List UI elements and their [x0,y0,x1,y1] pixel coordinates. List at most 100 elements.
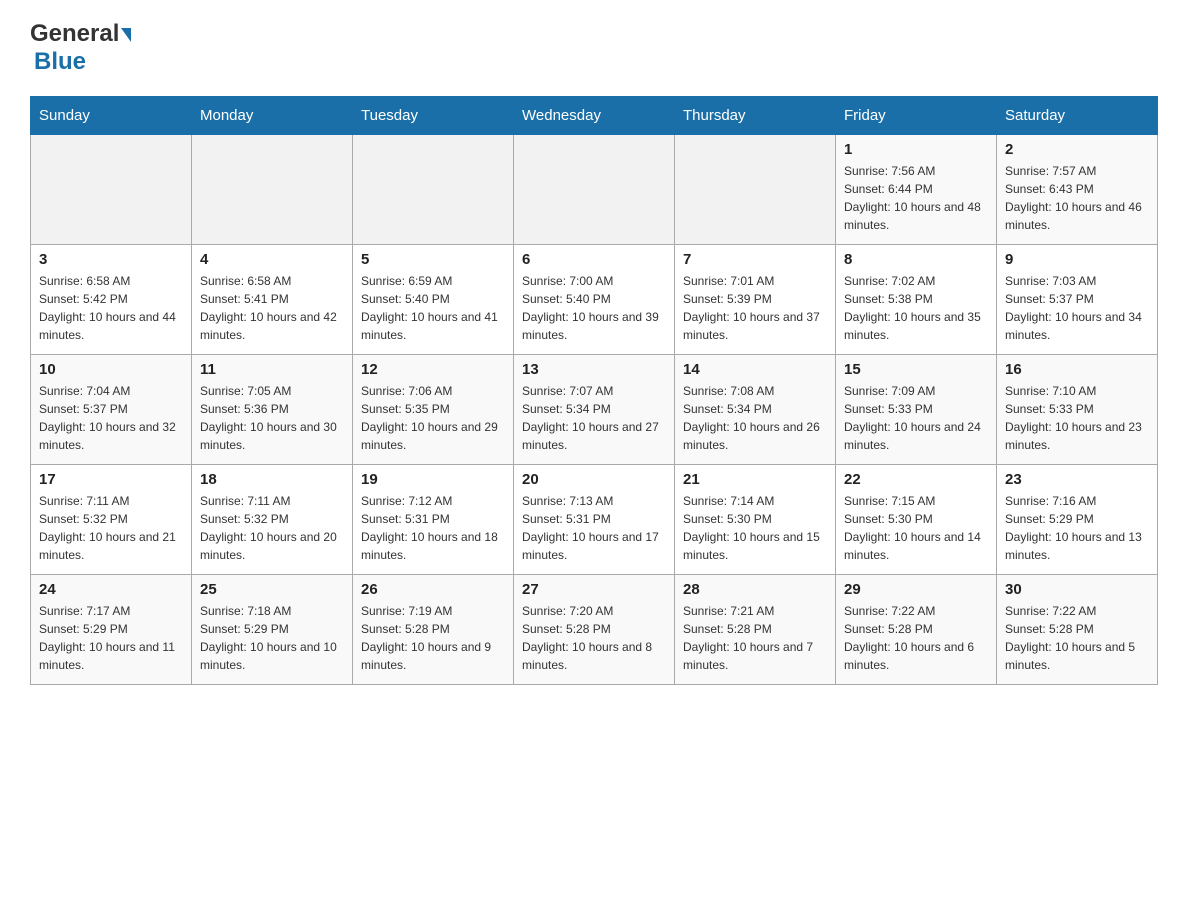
calendar-cell: 30Sunrise: 7:22 AM Sunset: 5:28 PM Dayli… [997,575,1158,685]
day-number: 17 [39,471,183,488]
day-info: Sunrise: 7:10 AM Sunset: 5:33 PM Dayligh… [1005,382,1149,454]
day-number: 28 [683,581,827,598]
day-header-sunday: Sunday [31,97,192,135]
day-number: 16 [1005,361,1149,378]
logo-blue: Blue [34,48,86,75]
calendar-cell: 15 Sunrise: 7:09 AM Sunset: 5:33 PM Dayli… [836,355,997,465]
day-number: 3 [39,251,183,268]
day-info: Sunrise: 7:56 AM Sunset: 6:44 PM Dayligh… [844,162,988,234]
day-info: Sunrise: 6:58 AM Sunset: 5:42 PM Dayligh… [39,272,183,344]
week-row-4: 17 Sunrise: 7:11 AM Sunset: 5:32 PM Dayli… [31,465,1158,575]
day-number: 23 [1005,471,1149,488]
week-row-2: 3 Sunrise: 6:58 AM Sunset: 5:42 PM Daylig… [31,245,1158,355]
calendar-cell: 22 Sunrise: 7:15 AM Sunset: 5:30 PM Dayli… [836,465,997,575]
day-header-tuesday: Tuesday [353,97,514,135]
day-header-friday: Friday [836,97,997,135]
calendar-cell: 4 Sunrise: 6:58 AM Sunset: 5:41 PM Daylig… [192,245,353,355]
calendar-cell: 19 Sunrise: 7:12 AM Sunset: 5:31 PM Dayli… [353,465,514,575]
day-number: 13 [522,361,666,378]
calendar-cell: 20Sunrise: 7:13 AM Sunset: 5:31 PM Dayli… [514,465,675,575]
calendar-cell: 27 Sunrise: 7:20 AM Sunset: 5:28 PM Dayli… [514,575,675,685]
day-info: Sunrise: 7:05 AM Sunset: 5:36 PM Dayligh… [200,382,344,454]
day-number: 12 [361,361,505,378]
day-number: 27 [522,581,666,598]
day-number: 1 [844,141,988,158]
day-number: 2 [1005,141,1149,158]
calendar-cell: 9 Sunrise: 7:03 AM Sunset: 5:37 PM Daylig… [997,245,1158,355]
day-number: 26 [361,581,505,598]
day-header-thursday: Thursday [675,97,836,135]
day-info: Sunrise: 7:02 AM Sunset: 5:38 PM Dayligh… [844,272,988,344]
calendar-cell [31,135,192,245]
day-info: Sunrise: 7:19 AM Sunset: 5:28 PM Dayligh… [361,602,505,674]
day-number: 5 [361,251,505,268]
calendar-cell: 24 Sunrise: 7:17 AM Sunset: 5:29 PM Dayli… [31,575,192,685]
day-info: Sunrise: 7:18 AM Sunset: 5:29 PM Dayligh… [200,602,344,674]
day-info: Sunrise: 6:58 AM Sunset: 5:41 PM Dayligh… [200,272,344,344]
day-info: Sunrise: 7:15 AM Sunset: 5:30 PM Dayligh… [844,492,988,564]
calendar-cell: 14 Sunrise: 7:08 AM Sunset: 5:34 PM Dayli… [675,355,836,465]
day-info: Sunrise: 7:09 AM Sunset: 5:33 PM Dayligh… [844,382,988,454]
calendar-cell: 13 Sunrise: 7:07 AM Sunset: 5:34 PM Dayli… [514,355,675,465]
calendar-header: SundayMondayTuesdayWednesdayThursdayFrid… [31,97,1158,135]
day-number: 7 [683,251,827,268]
week-row-5: 24 Sunrise: 7:17 AM Sunset: 5:29 PM Dayli… [31,575,1158,685]
calendar-cell: 8Sunrise: 7:02 AM Sunset: 5:38 PM Daylig… [836,245,997,355]
day-number: 19 [361,471,505,488]
day-number: 14 [683,361,827,378]
day-info: Sunrise: 7:03 AM Sunset: 5:37 PM Dayligh… [1005,272,1149,344]
page-header: General Blue [30,20,1158,76]
day-number: 9 [1005,251,1149,268]
calendar-cell: 3 Sunrise: 6:58 AM Sunset: 5:42 PM Daylig… [31,245,192,355]
calendar-cell: 17Sunrise: 7:11 AM Sunset: 5:32 PM Dayli… [31,465,192,575]
calendar-cell: 10Sunrise: 7:04 AM Sunset: 5:37 PM Dayli… [31,355,192,465]
day-info: Sunrise: 7:11 AM Sunset: 5:32 PM Dayligh… [200,492,344,564]
day-number: 25 [200,581,344,598]
day-info: Sunrise: 7:17 AM Sunset: 5:29 PM Dayligh… [39,602,183,674]
calendar-cell: 6 Sunrise: 7:00 AM Sunset: 5:40 PM Daylig… [514,245,675,355]
calendar-cell [353,135,514,245]
calendar-cell: 7 Sunrise: 7:01 AM Sunset: 5:39 PM Daylig… [675,245,836,355]
day-header-wednesday: Wednesday [514,97,675,135]
day-info: Sunrise: 7:16 AM Sunset: 5:29 PM Dayligh… [1005,492,1149,564]
calendar-cell: 12 Sunrise: 7:06 AM Sunset: 5:35 PM Dayli… [353,355,514,465]
week-row-1: 1 Sunrise: 7:56 AM Sunset: 6:44 PM Daylig… [31,135,1158,245]
calendar-cell: 11 Sunrise: 7:05 AM Sunset: 5:36 PM Dayli… [192,355,353,465]
logo: General Blue [30,20,131,76]
calendar-cell: 26 Sunrise: 7:19 AM Sunset: 5:28 PM Dayli… [353,575,514,685]
day-number: 22 [844,471,988,488]
day-info: Sunrise: 7:01 AM Sunset: 5:39 PM Dayligh… [683,272,827,344]
calendar-body: 1 Sunrise: 7:56 AM Sunset: 6:44 PM Daylig… [31,135,1158,685]
calendar-cell: 5 Sunrise: 6:59 AM Sunset: 5:40 PM Daylig… [353,245,514,355]
calendar-cell [675,135,836,245]
day-info: Sunrise: 7:13 AM Sunset: 5:31 PM Dayligh… [522,492,666,564]
day-info: Sunrise: 7:00 AM Sunset: 5:40 PM Dayligh… [522,272,666,344]
day-info: Sunrise: 7:07 AM Sunset: 5:34 PM Dayligh… [522,382,666,454]
calendar-cell: 29Sunrise: 7:22 AM Sunset: 5:28 PM Dayli… [836,575,997,685]
day-number: 11 [200,361,344,378]
day-info: Sunrise: 6:59 AM Sunset: 5:40 PM Dayligh… [361,272,505,344]
day-number: 6 [522,251,666,268]
calendar-cell: 25 Sunrise: 7:18 AM Sunset: 5:29 PM Dayli… [192,575,353,685]
calendar-cell: 16 Sunrise: 7:10 AM Sunset: 5:33 PM Dayli… [997,355,1158,465]
day-number: 21 [683,471,827,488]
calendar-cell: 21 Sunrise: 7:14 AM Sunset: 5:30 PM Dayli… [675,465,836,575]
day-number: 4 [200,251,344,268]
calendar-cell [192,135,353,245]
day-info: Sunrise: 7:08 AM Sunset: 5:34 PM Dayligh… [683,382,827,454]
calendar-cell: 1 Sunrise: 7:56 AM Sunset: 6:44 PM Daylig… [836,135,997,245]
day-number: 30 [1005,581,1149,598]
day-info: Sunrise: 7:04 AM Sunset: 5:37 PM Dayligh… [39,382,183,454]
calendar-table: SundayMondayTuesdayWednesdayThursdayFrid… [30,96,1158,685]
calendar-cell: 28Sunrise: 7:21 AM Sunset: 5:28 PM Dayli… [675,575,836,685]
day-number: 29 [844,581,988,598]
day-info: Sunrise: 7:06 AM Sunset: 5:35 PM Dayligh… [361,382,505,454]
day-header-monday: Monday [192,97,353,135]
header-row: SundayMondayTuesdayWednesdayThursdayFrid… [31,97,1158,135]
day-info: Sunrise: 7:20 AM Sunset: 5:28 PM Dayligh… [522,602,666,674]
day-number: 24 [39,581,183,598]
day-number: 15 [844,361,988,378]
week-row-3: 10Sunrise: 7:04 AM Sunset: 5:37 PM Dayli… [31,355,1158,465]
day-info: Sunrise: 7:12 AM Sunset: 5:31 PM Dayligh… [361,492,505,564]
day-info: Sunrise: 7:14 AM Sunset: 5:30 PM Dayligh… [683,492,827,564]
